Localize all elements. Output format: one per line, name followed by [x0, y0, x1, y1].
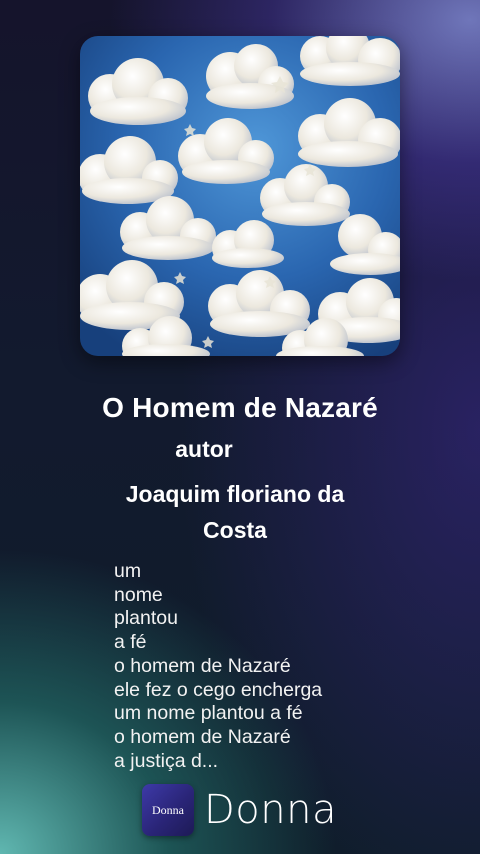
- lyric-line: o homem de Nazaré: [114, 725, 291, 748]
- author-name: Joaquim floriano da Costa: [60, 476, 410, 548]
- brand-logo[interactable]: Donna Donna: [142, 784, 337, 836]
- lyrics-block: um nome plantou a fé o homem de Nazaré e…: [114, 560, 444, 773]
- lyric-line: nome: [114, 583, 163, 606]
- lyric-line: a fé: [114, 631, 147, 654]
- lyric-line: um nome plantou a fé: [114, 702, 303, 725]
- song-title: O Homem de Nazaré: [102, 392, 378, 423]
- cloud-sky-icon: [80, 36, 400, 356]
- lyric-line: um: [114, 560, 142, 582]
- author-name-line-2: Costa: [203, 517, 267, 543]
- lyric-line: o homem de Nazaré: [114, 654, 291, 677]
- author-name-line-1: Joaquim floriano da: [125, 481, 345, 507]
- lyric-line: plantou: [114, 607, 178, 630]
- donna-app-icon: Donna: [142, 784, 194, 836]
- lyric-line: ele fez o cego encherga: [114, 678, 323, 701]
- cover-art: [80, 36, 400, 356]
- app-icon-text: Donna: [152, 802, 184, 817]
- author-label: autor: [175, 436, 233, 462]
- lyric-line: a justiça d...: [114, 749, 219, 772]
- brand-name: Donna: [204, 787, 337, 833]
